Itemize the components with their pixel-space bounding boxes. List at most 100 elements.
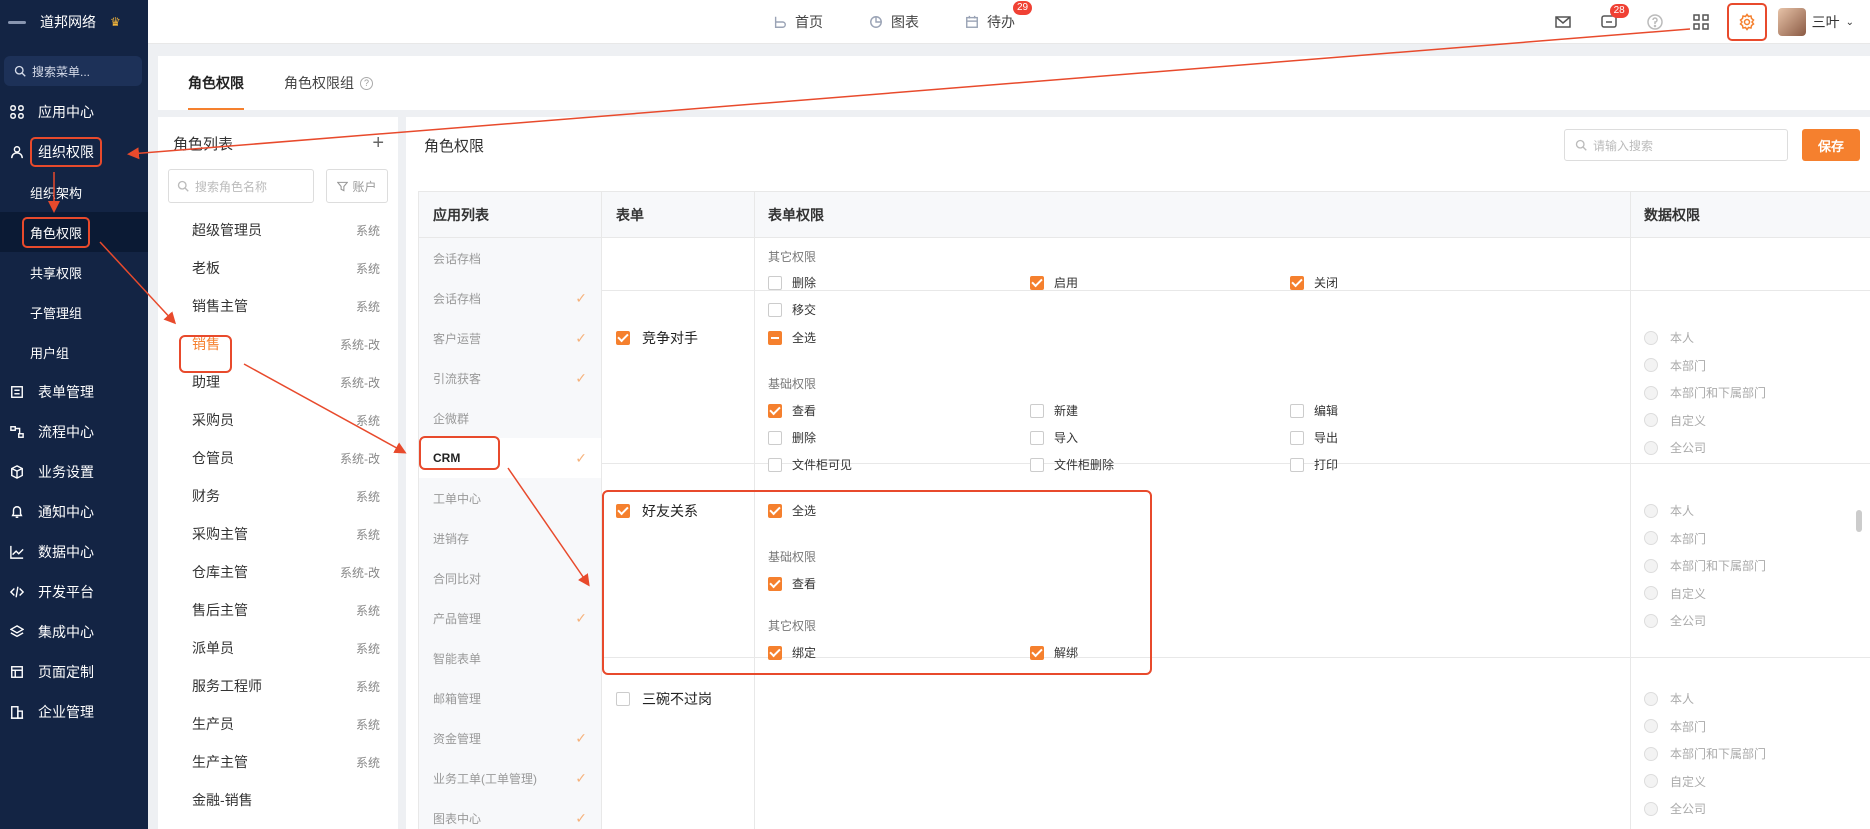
sidebar-sub-share-permission[interactable]: 共享权限 — [0, 252, 148, 292]
sidebar-item-page[interactable]: 页面定制 — [0, 652, 148, 692]
role-search-input[interactable]: 搜索角色名称 — [168, 169, 314, 203]
data-scope-radio[interactable]: 全公司 — [1644, 612, 1706, 629]
radio-circle[interactable] — [1644, 531, 1658, 546]
app-item[interactable]: 业务工单(工单管理) ✓ — [419, 758, 601, 798]
sidebar-item-data[interactable]: 数据中心 — [0, 532, 148, 572]
data-scope-radio[interactable]: 本部门 — [1644, 530, 1706, 547]
app-item[interactable]: 邮箱管理 — [419, 678, 601, 718]
menu-search[interactable]: 搜索菜单... — [4, 56, 142, 86]
perm-edit[interactable]: 编辑 — [1290, 402, 1338, 419]
radio-circle[interactable] — [1644, 774, 1658, 789]
app-item[interactable]: 工单中心 — [419, 478, 601, 518]
checkbox[interactable] — [1290, 275, 1304, 290]
radio-circle[interactable] — [1644, 385, 1658, 400]
perm-select-all[interactable]: 全选 — [768, 329, 816, 346]
checkbox[interactable] — [616, 692, 630, 706]
checkbox[interactable] — [768, 302, 782, 317]
form-competitor[interactable]: 竞争对手 — [616, 328, 698, 348]
top-nav-home[interactable]: 首页 — [773, 12, 823, 32]
app-item[interactable]: 客户运营 ✓ — [419, 318, 601, 358]
data-scope-radio[interactable]: 自定义 — [1644, 412, 1706, 429]
perm-import[interactable]: 导入 — [1030, 429, 1078, 446]
form-sanwan[interactable]: 三碗不过岗 — [616, 689, 712, 709]
radio-circle[interactable] — [1644, 746, 1658, 761]
radio-circle[interactable] — [1644, 413, 1658, 428]
radio-circle[interactable] — [1644, 440, 1658, 455]
checkbox[interactable] — [1290, 457, 1304, 472]
sidebar-item-org-permission[interactable]: 组织权限 — [0, 132, 148, 172]
radio-circle[interactable] — [1644, 586, 1658, 601]
data-scope-radio[interactable]: 全公司 — [1644, 800, 1706, 817]
top-nav-chart[interactable]: 图表 — [869, 12, 919, 32]
top-nav-todo[interactable]: 待办 29 — [965, 1, 1033, 32]
checkbox[interactable] — [768, 330, 782, 345]
app-item[interactable]: 智能表单 — [419, 638, 601, 678]
sidebar-item-flow[interactable]: 流程中心 — [0, 412, 148, 452]
role-item[interactable]: 生产员 系统 — [158, 705, 398, 743]
perm-export[interactable]: 导出 — [1290, 429, 1338, 446]
grid-button[interactable] — [1678, 0, 1724, 44]
app-item[interactable]: 合同比对 — [419, 558, 601, 598]
radio-circle[interactable] — [1644, 613, 1658, 628]
data-scope-radio[interactable]: 本人 — [1644, 690, 1694, 707]
sidebar-sub-role-permission[interactable]: 角色权限 — [0, 212, 148, 252]
role-item[interactable]: 服务工程师 系统 — [158, 667, 398, 705]
radio-circle[interactable] — [1644, 719, 1658, 734]
radio-circle[interactable] — [1644, 330, 1658, 345]
tab-role-permission-group[interactable]: 角色权限组? — [284, 56, 373, 110]
role-item[interactable]: 生产主管 系统 — [158, 743, 398, 781]
help-button[interactable] — [1632, 0, 1678, 44]
radio-circle[interactable] — [1644, 801, 1658, 816]
perm-view[interactable]: 查看 — [768, 402, 816, 419]
perm-cabinet-delete[interactable]: 文件柜删除 — [1030, 456, 1114, 473]
data-scope-radio[interactable]: 本部门和下属部门 — [1644, 384, 1766, 401]
role-item[interactable]: 销售 系统-改 — [158, 325, 398, 363]
sidebar-item-enterprise[interactable]: 企业管理 — [0, 692, 148, 732]
permission-search-input[interactable]: 请输入搜索 — [1564, 129, 1788, 161]
app-item[interactable]: 会话存档 — [419, 238, 601, 278]
checkbox[interactable] — [768, 430, 782, 445]
perm-enable[interactable]: 启用 — [1030, 274, 1078, 291]
role-item[interactable]: 采购主管 系统 — [158, 515, 398, 553]
checkbox[interactable] — [768, 403, 782, 418]
sidebar-item-notice[interactable]: 通知中心 — [0, 492, 148, 532]
checkbox[interactable] — [1030, 457, 1044, 472]
tab-role-permission[interactable]: 角色权限 — [188, 56, 244, 110]
checkbox[interactable] — [768, 275, 782, 290]
sidebar-sub-org-structure[interactable]: 组织架构 — [0, 172, 148, 212]
perm-create[interactable]: 新建 — [1030, 402, 1078, 419]
role-item[interactable]: 派单员 系统 — [158, 629, 398, 667]
app-item[interactable]: 产品管理 ✓ — [419, 598, 601, 638]
perm-close[interactable]: 关闭 — [1290, 274, 1338, 291]
role-item[interactable]: 售后主管 系统 — [158, 591, 398, 629]
app-item[interactable]: 企微群 — [419, 398, 601, 438]
role-item[interactable]: 老板 系统 — [158, 249, 398, 287]
checkbox[interactable] — [1290, 430, 1304, 445]
role-item[interactable]: 财务 系统 — [158, 477, 398, 515]
checkbox[interactable] — [1030, 403, 1044, 418]
sidebar-item-integration[interactable]: 集成中心 — [0, 612, 148, 652]
mail-button[interactable] — [1540, 0, 1586, 44]
role-item[interactable]: 采购员 系统 — [158, 401, 398, 439]
role-item[interactable]: 仓库主管 系统-改 — [158, 553, 398, 591]
data-scope-radio[interactable]: 全公司 — [1644, 439, 1706, 456]
app-item[interactable]: 进销存 — [419, 518, 601, 558]
sidebar-sub-user-group[interactable]: 用户组 — [0, 332, 148, 372]
data-scope-radio[interactable]: 本部门 — [1644, 357, 1706, 374]
app-item[interactable]: CRM ✓ — [419, 438, 601, 478]
app-item[interactable]: 图表中心 ✓ — [419, 798, 601, 829]
role-item[interactable]: 仓管员 系统-改 — [158, 439, 398, 477]
radio-circle[interactable] — [1644, 691, 1658, 706]
radio-circle[interactable] — [1644, 558, 1658, 573]
data-scope-radio[interactable]: 本部门 — [1644, 718, 1706, 735]
perm-cabinet-view[interactable]: 文件柜可见 — [768, 456, 852, 473]
data-scope-radio[interactable]: 本人 — [1644, 502, 1694, 519]
role-item[interactable]: 金融-销售 — [158, 781, 398, 819]
checkbox[interactable] — [1030, 275, 1044, 290]
checkbox[interactable] — [1030, 430, 1044, 445]
menu-collapse-icon[interactable] — [8, 20, 26, 24]
data-scope-radio[interactable]: 本部门和下属部门 — [1644, 557, 1766, 574]
sidebar-item-business[interactable]: 业务设置 — [0, 452, 148, 492]
radio-circle[interactable] — [1644, 358, 1658, 373]
add-role-button[interactable]: + — [372, 132, 384, 155]
